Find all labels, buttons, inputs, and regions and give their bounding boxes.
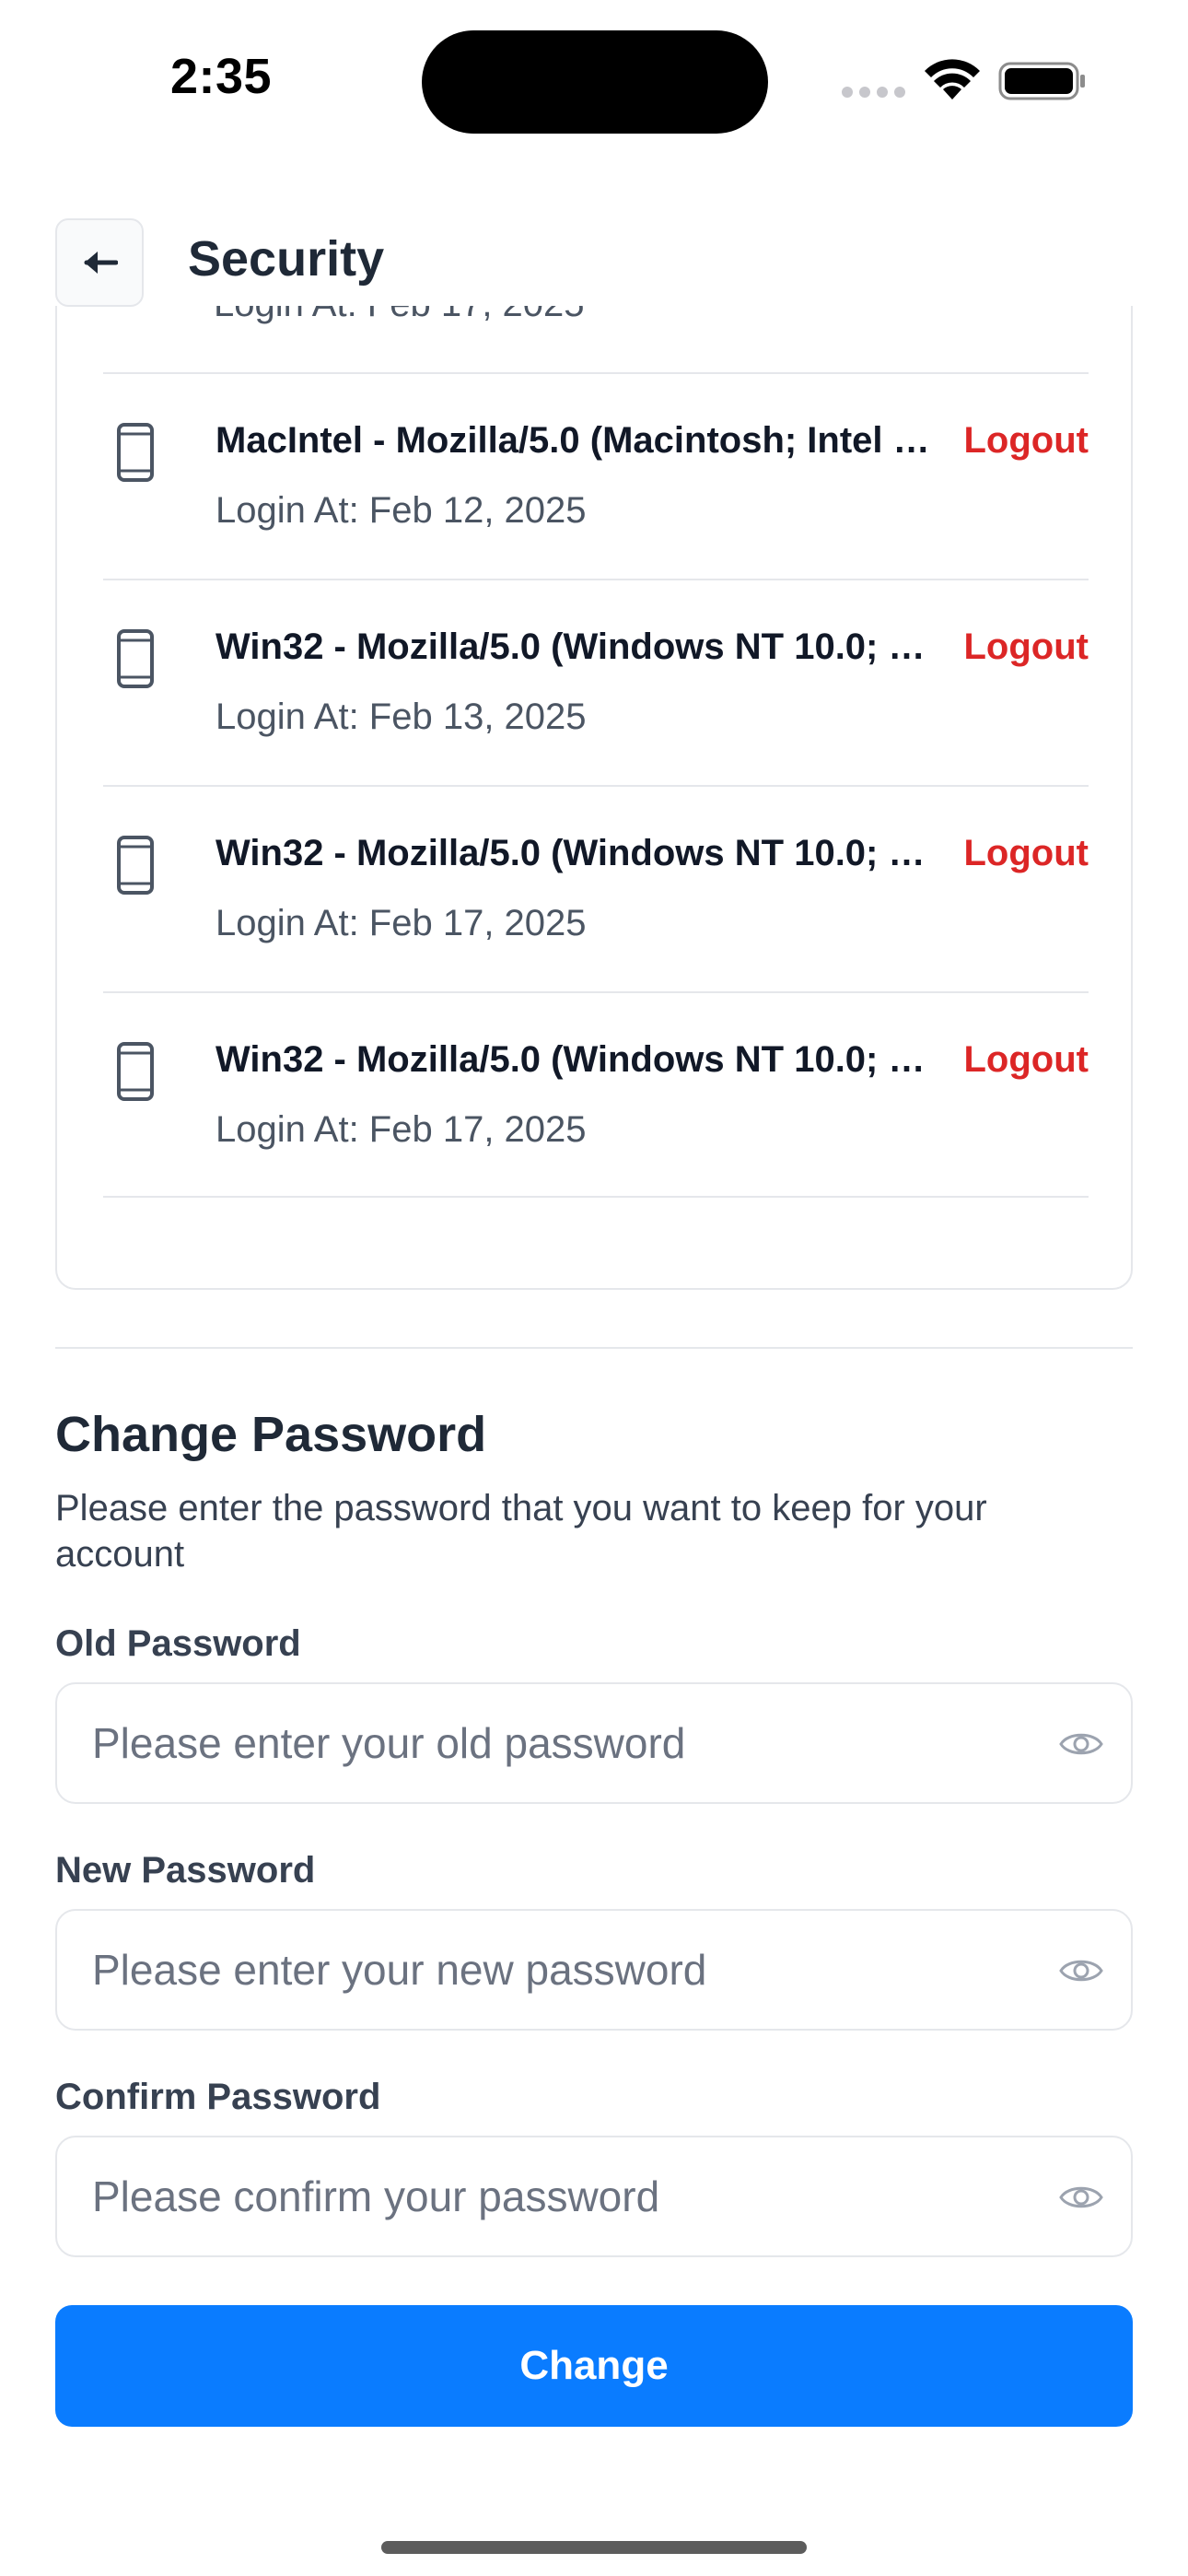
session-device-name: Win32 - Mozilla/5.0 (Windows NT 10.0; Wi… [215, 833, 934, 873]
new-password-label: New Password [55, 1850, 316, 1891]
change-password-title: Change Password [55, 1407, 487, 1462]
session-item: Win32 - Mozilla/5.0 (Windows NT 10.0; Wi… [103, 785, 1089, 991]
eye-icon[interactable] [1059, 2182, 1103, 2213]
session-login-date: Login At: Feb 13, 2025 [215, 697, 587, 737]
session-device-name: Win32 - Mozilla/5.0 (Windows NT 10.0; Wi… [215, 626, 934, 667]
change-password-description: Please enter the password that you want … [55, 1488, 987, 1575]
logout-button[interactable]: Logout [964, 626, 1089, 668]
confirm-password-input[interactable] [92, 2137, 1013, 2255]
session-login-date: Login At: Feb 17, 2025 [215, 903, 587, 943]
new-password-field [55, 1909, 1133, 2031]
logout-button[interactable]: Logout [964, 1039, 1089, 1081]
old-password-field [55, 1682, 1133, 1804]
confirm-password-field [55, 2136, 1133, 2257]
eye-icon[interactable] [1059, 1728, 1103, 1760]
mobile-device-icon [117, 423, 154, 482]
security-screen: 2:35 Login At: Feb 17, 2025 MacIntel - M… [0, 0, 1188, 2576]
dynamic-island [422, 30, 768, 134]
change-password-button[interactable]: Change [55, 2305, 1133, 2427]
back-button[interactable] [55, 218, 144, 307]
battery-icon [998, 62, 1085, 100]
status-time: 2:35 [170, 49, 273, 104]
active-sessions-card: Login At: Feb 17, 2025 MacIntel - Mozill… [55, 184, 1133, 1290]
wifi-icon [925, 59, 980, 100]
page-title: Security [188, 231, 385, 287]
divider [103, 1196, 1089, 1198]
session-login-date: Login At: Feb 17, 2025 [215, 1109, 587, 1150]
confirm-password-label: Confirm Password [55, 2077, 381, 2117]
new-password-input[interactable] [92, 1911, 1013, 2029]
home-indicator[interactable] [381, 2541, 807, 2554]
session-login-date: Login At: Feb 12, 2025 [215, 490, 587, 531]
session-item: MacIntel - Mozilla/5.0 (Macintosh; Intel… [103, 372, 1089, 579]
session-device-name: Win32 - Mozilla/5.0 (Windows NT 10.0; Wi… [215, 1039, 934, 1080]
mobile-device-icon [117, 629, 154, 688]
arrow-left-icon [84, 252, 118, 274]
section-divider [55, 1347, 1133, 1349]
session-item: Win32 - Mozilla/5.0 (Windows NT 10.0; Wi… [103, 579, 1089, 785]
header-bar [0, 184, 1188, 306]
eye-icon[interactable] [1059, 1955, 1103, 1986]
old-password-input[interactable] [92, 1684, 1013, 1802]
old-password-label: Old Password [55, 1623, 301, 1664]
logout-button[interactable]: Logout [964, 833, 1089, 874]
mobile-device-icon [117, 1042, 154, 1101]
mobile-device-icon [117, 836, 154, 895]
session-item: Win32 - Mozilla/5.0 (Windows NT 10.0; Wi… [103, 991, 1089, 1198]
session-device-name: MacIntel - Mozilla/5.0 (Macintosh; Intel… [215, 420, 934, 461]
logout-button[interactable]: Logout [964, 420, 1089, 462]
cellular-signal-icon [842, 87, 906, 98]
